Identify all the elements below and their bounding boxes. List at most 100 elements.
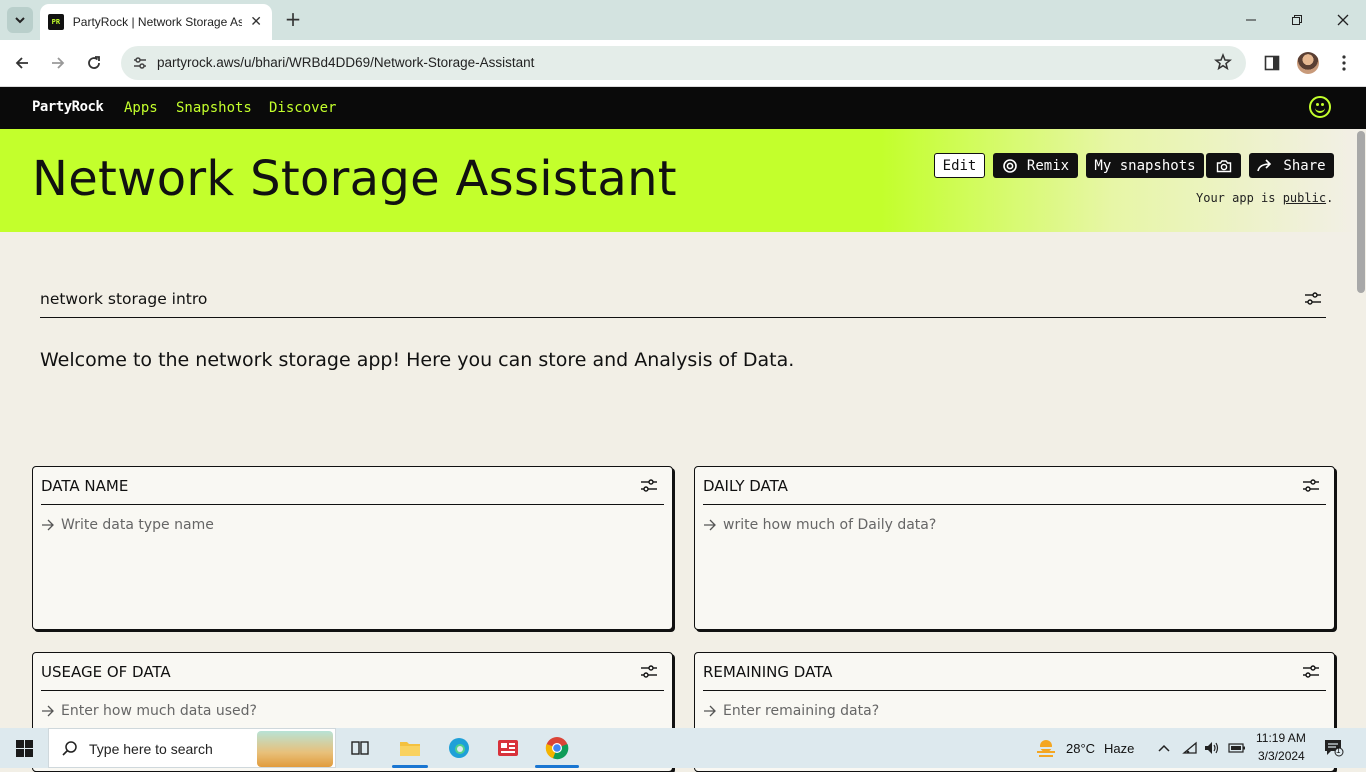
bookmark-star-icon[interactable] — [1214, 52, 1232, 75]
profile-avatar[interactable] — [1297, 52, 1319, 74]
share-arrow-icon — [1257, 158, 1272, 171]
remix-label: Remix — [1026, 157, 1070, 174]
windows-start-icon[interactable] — [16, 740, 33, 757]
usage-data-input[interactable]: Enter how much data used? — [41, 703, 257, 719]
take-snapshot-button[interactable] — [1206, 153, 1241, 178]
remaining-data-input[interactable]: Enter remaining data? — [703, 703, 879, 719]
file-explorer-icon[interactable] — [398, 736, 422, 760]
close-window-button[interactable] — [1320, 0, 1366, 40]
minimize-icon — [1246, 19, 1256, 21]
arrow-right-icon — [52, 57, 65, 69]
task-view-icon[interactable] — [348, 736, 372, 760]
intro-widget-title: network storage intro — [40, 290, 208, 308]
widget-settings-sliders-icon[interactable] — [640, 665, 658, 679]
widget-settings-sliders-icon[interactable] — [1304, 292, 1322, 306]
restore-icon — [1292, 15, 1302, 25]
widget-header: DATA NAME — [41, 467, 664, 505]
nav-link-discover[interactable]: Discover — [269, 100, 336, 116]
widget-daily-data: DAILY DATA write how much of Daily data? — [694, 466, 1335, 630]
arrow-right-icon — [704, 705, 716, 717]
address-bar[interactable]: partyrock.aws/u/bhari/WRBd4DD69/Network-… — [121, 46, 1246, 80]
input-placeholder: Enter how much data used? — [61, 703, 257, 719]
side-panel-button[interactable] — [1261, 52, 1283, 74]
notification-center-icon[interactable]: 1 — [1324, 739, 1344, 757]
app-title: Network Storage Assistant — [32, 151, 677, 207]
widget-header: USEAGE OF DATA — [41, 653, 664, 691]
visibility-prefix: Your app is — [1196, 191, 1283, 205]
new-tab-button[interactable]: + — [282, 8, 304, 30]
remix-button[interactable]: Remix — [993, 153, 1078, 178]
visibility-public-link[interactable]: public — [1283, 191, 1326, 205]
intro-text: Welcome to the network storage app! Here… — [40, 349, 795, 371]
side-panel-icon — [1264, 55, 1280, 71]
network-wifi-icon[interactable] — [1178, 736, 1202, 760]
taskbar-search-box[interactable]: Type here to search — [48, 728, 336, 768]
weather-temperature[interactable]: 28°C — [1066, 741, 1095, 756]
url-text[interactable]: partyrock.aws/u/bhari/WRBd4DD69/Network-… — [157, 55, 534, 70]
app-header: Network Storage Assistant Edit Remix My … — [0, 129, 1356, 232]
data-name-input[interactable]: Write data type name — [41, 517, 214, 533]
user-menu-smiley-icon[interactable] — [1309, 96, 1331, 118]
weather-description[interactable]: Haze — [1104, 741, 1134, 756]
weather-haze-icon[interactable] — [1034, 736, 1058, 760]
browser-tabstrip: PR PartyRock | Network Storage Assistant… — [0, 0, 1366, 40]
daily-data-input[interactable]: write how much of Daily data? — [703, 517, 936, 533]
remix-icon — [1003, 158, 1017, 173]
nav-link-apps[interactable]: Apps — [124, 100, 158, 116]
share-label: Share — [1283, 157, 1326, 174]
widget-data-name: DATA NAME Write data type name — [32, 466, 673, 630]
chevron-down-icon — [15, 17, 25, 24]
chrome-browser-icon[interactable] — [545, 736, 569, 760]
visibility-suffix: . — [1326, 191, 1334, 205]
partyrock-logo[interactable]: PartyRock — [32, 99, 104, 115]
widget-settings-sliders-icon[interactable] — [1302, 665, 1320, 679]
browser-tab-active[interactable]: PR PartyRock | Network Storage Assistant… — [40, 4, 272, 40]
restore-button[interactable] — [1274, 0, 1320, 40]
my-snapshots-button[interactable]: My snapshots — [1086, 153, 1204, 178]
volume-speaker-icon[interactable] — [1200, 736, 1224, 760]
arrow-right-icon — [42, 705, 54, 717]
tab-title: PartyRock | Network Storage Assistant — [72, 15, 243, 29]
page-scrollbar-thumb[interactable] — [1357, 131, 1365, 293]
input-placeholder: write how much of Daily data? — [723, 517, 937, 533]
partyrock-favicon-icon: PR — [48, 14, 64, 30]
partyrock-navbar: PartyRock Apps Snapshots Discover — [0, 87, 1366, 129]
taskbar-search-placeholder: Type here to search — [89, 741, 213, 757]
site-info-icon[interactable] — [131, 54, 149, 72]
forward-button[interactable] — [45, 50, 71, 76]
close-icon — [1337, 14, 1349, 26]
widget-settings-sliders-icon[interactable] — [1302, 479, 1320, 493]
battery-icon[interactable] — [1225, 736, 1249, 760]
widget-header: REMAINING DATA — [703, 653, 1326, 691]
tab-search-button[interactable] — [7, 7, 33, 33]
arrow-right-icon — [42, 519, 54, 531]
browser-menu-button[interactable] — [1333, 52, 1355, 74]
kebab-menu-icon — [1342, 55, 1346, 71]
reload-icon — [88, 56, 100, 69]
notification-count-badge: 1 — [1336, 746, 1341, 755]
browser-toolbar: partyrock.aws/u/bhari/WRBd4DD69/Network-… — [0, 40, 1366, 87]
clock-time[interactable]: 11:19 AM — [1256, 731, 1306, 745]
search-highlight-tiger-image — [257, 731, 333, 767]
arrow-left-icon — [15, 57, 28, 69]
minimize-button[interactable] — [1228, 0, 1274, 40]
reload-button[interactable] — [81, 50, 107, 76]
widget-header: DAILY DATA — [703, 467, 1326, 505]
search-icon — [62, 741, 77, 756]
widget-title: DATA NAME — [41, 477, 129, 495]
widget-title: USEAGE OF DATA — [41, 663, 171, 681]
arrow-right-icon — [704, 519, 716, 531]
widget-settings-sliders-icon[interactable] — [640, 479, 658, 493]
nav-link-snapshots[interactable]: Snapshots — [176, 100, 252, 116]
tray-chevron-up-icon[interactable] — [1152, 736, 1176, 760]
edit-button[interactable]: Edit — [934, 153, 985, 178]
widget-title: REMAINING DATA — [703, 663, 833, 681]
back-button[interactable] — [9, 50, 35, 76]
edge-browser-icon[interactable] — [447, 736, 471, 760]
clock-date[interactable]: 3/3/2024 — [1258, 749, 1305, 763]
tab-close-icon[interactable]: ✕ — [248, 14, 264, 30]
share-button[interactable]: Share — [1249, 153, 1334, 178]
input-placeholder: Enter remaining data? — [723, 703, 880, 719]
news-app-icon[interactable] — [496, 736, 520, 760]
input-placeholder: Write data type name — [61, 517, 214, 533]
